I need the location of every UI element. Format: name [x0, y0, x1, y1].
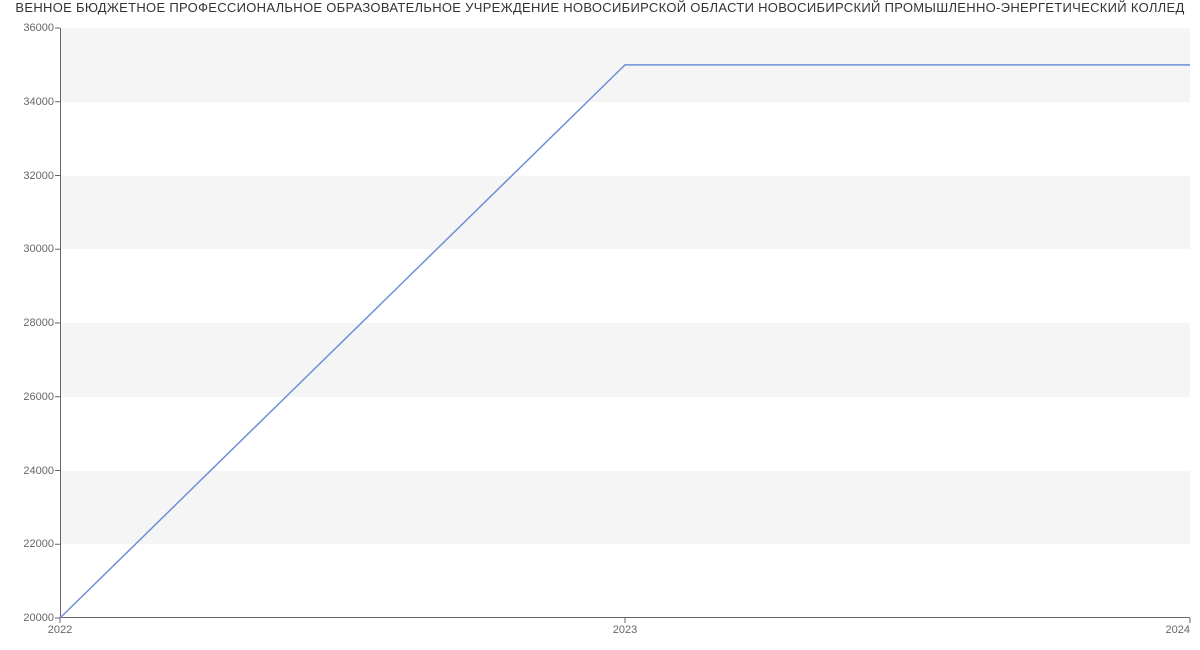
x-tick-label: 2022 [48, 618, 72, 636]
line-layer [60, 28, 1190, 618]
data-line [60, 65, 1190, 618]
x-tick-label: 2023 [613, 618, 637, 636]
y-tick-label: 36000 [23, 22, 60, 34]
chart-container: ВЕННОЕ БЮДЖЕТНОЕ ПРОФЕССИОНАЛЬНОЕ ОБРАЗО… [0, 0, 1200, 650]
y-tick-label: 30000 [23, 243, 60, 255]
chart-title: ВЕННОЕ БЮДЖЕТНОЕ ПРОФЕССИОНАЛЬНОЕ ОБРАЗО… [0, 0, 1200, 20]
plot-area: 2000022000240002600028000300003200034000… [60, 28, 1190, 618]
x-tick-label: 2024 [1166, 618, 1190, 636]
y-tick-label: 22000 [23, 538, 60, 550]
y-tick-label: 28000 [23, 317, 60, 329]
y-tick-label: 24000 [23, 465, 60, 477]
y-tick-label: 32000 [23, 170, 60, 182]
y-tick-label: 34000 [23, 96, 60, 108]
y-tick-label: 26000 [23, 391, 60, 403]
